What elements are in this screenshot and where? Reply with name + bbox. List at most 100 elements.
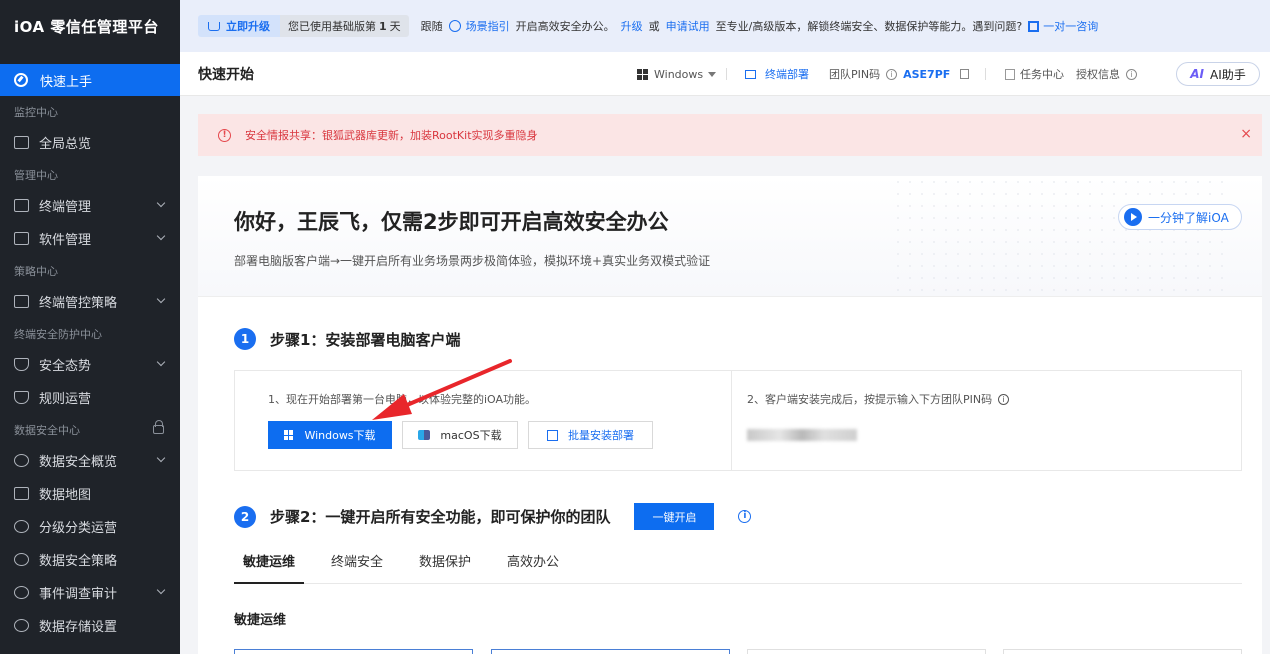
- banner-text-pro: 至专业/高级版本，解锁终端安全、数据保护等能力。遇到问题?: [715, 20, 1023, 33]
- audit-icon: [14, 586, 29, 599]
- scene-guide-label: 场景指引: [465, 20, 510, 33]
- ai-assistant-button[interactable]: AI AI助手: [1176, 62, 1260, 86]
- hierarchy-icon: [14, 520, 29, 533]
- chevron-down-icon: [156, 453, 166, 463]
- step-number: 1: [234, 328, 256, 350]
- sidebar-item-terminal-mgmt[interactable]: 终端管理: [0, 189, 180, 222]
- sidebar-item-label: 终端管控策略: [39, 296, 118, 311]
- map-icon: [14, 487, 29, 500]
- sidebar-item-rule-ops[interactable]: 规则运营: [0, 381, 180, 414]
- sidebar-item-data-overview[interactable]: 数据安全概览: [0, 444, 180, 477]
- step1-title: 步骤1：安装部署电脑客户端: [270, 330, 461, 349]
- sidebar-item-label: 全局总览: [39, 137, 92, 152]
- intro-video-button[interactable]: 一分钟了解iOA: [1118, 204, 1242, 230]
- sidebar-item-label: 数据存储设置: [39, 620, 118, 635]
- sidebar-item-security-posture[interactable]: 安全态势: [0, 348, 180, 381]
- info-icon[interactable]: i: [738, 510, 752, 523]
- divider: [731, 371, 732, 470]
- windows-download-label: Windows下载: [304, 429, 376, 442]
- macos-download-label: macOS下载: [440, 429, 502, 442]
- divider: [985, 68, 986, 80]
- terminal-deploy-link[interactable]: 终端部署: [745, 52, 809, 96]
- info-icon[interactable]: i: [886, 68, 898, 80]
- policy-icon: [14, 295, 29, 308]
- info-icon[interactable]: i: [998, 393, 1010, 405]
- enable-all-button[interactable]: 一键开启: [634, 503, 715, 530]
- trial-day: 1: [379, 19, 387, 33]
- sidebar-item-label: 分级分类运营: [39, 521, 118, 536]
- sidebar-item-classification[interactable]: 分级分类运营: [0, 510, 180, 543]
- trial-status: 您已使用基础版第 1 天: [280, 15, 409, 37]
- blurred-pin: [747, 429, 857, 441]
- data-overview-icon: [14, 454, 29, 467]
- section-endpoint-security: 终端安全防护中心: [14, 328, 102, 341]
- section-policy: 策略中心: [14, 265, 58, 278]
- consult-label: 一对一咨询: [1043, 20, 1099, 33]
- sidebar-item-label: 数据地图: [39, 488, 92, 503]
- upgrade-button[interactable]: 立即升级: [198, 15, 280, 37]
- info-icon: i: [1126, 68, 1137, 80]
- feature-card[interactable]: [234, 649, 473, 654]
- consult-link[interactable]: 一对一咨询: [1028, 18, 1098, 34]
- ai-assistant-label: AI助手: [1210, 67, 1246, 82]
- pin-instruction-text: 2、客户端安装完成后，按提示输入下方团队PIN码: [747, 393, 993, 406]
- sidebar-item-label: 安全态势: [39, 359, 92, 374]
- download-icon: [547, 429, 558, 441]
- feature-card[interactable]: [1003, 649, 1242, 654]
- sidebar-item-label: 终端管理: [39, 200, 92, 215]
- sidebar-item-software-mgmt[interactable]: 软件管理: [0, 222, 180, 255]
- sidebar: iOA 零信任管理平台 快速上手 监控中心 全局总览 管理中心 终端管理 软件管…: [0, 0, 180, 654]
- tab-endpoint-security[interactable]: 终端安全: [322, 546, 392, 584]
- sidebar-item-event-audit[interactable]: 事件调查审计: [0, 576, 180, 609]
- banner-text-or: 或: [648, 20, 660, 33]
- macos-download-button[interactable]: macOS下载: [402, 421, 518, 449]
- windows-icon: [284, 430, 294, 440]
- chevron-down-icon: [156, 357, 166, 367]
- batch-deploy-button[interactable]: 批量安装部署: [528, 421, 653, 449]
- step1-instruction: 1、现在开始部署第一台电脑，以体验完整的iOA功能。: [268, 393, 537, 406]
- chevron-down-icon: [156, 294, 166, 304]
- sidebar-item-data-map[interactable]: 数据地图: [0, 477, 180, 510]
- section-manage: 管理中心: [14, 169, 58, 182]
- intro-video-label: 一分钟了解iOA: [1148, 210, 1229, 225]
- sidebar-item-terminal-policy[interactable]: 终端管控策略: [0, 285, 180, 318]
- os-select[interactable]: Windows: [637, 52, 717, 96]
- monitor-icon: [14, 199, 29, 212]
- windows-download-button[interactable]: Windows下载: [268, 421, 392, 449]
- feature-tabs: 敏捷运维 终端安全 数据保护 高效办公: [234, 546, 1242, 584]
- close-icon[interactable]: ×: [1240, 126, 1252, 142]
- cart-icon: [208, 21, 220, 31]
- shield-check-icon: [14, 391, 29, 404]
- step1-heading: 1 步骤1：安装部署电脑客户端: [234, 328, 460, 350]
- upgrade-link[interactable]: 升级: [621, 18, 643, 34]
- apply-trial-link[interactable]: 申请试用: [666, 18, 710, 34]
- step2-heading: 2 步骤2：一键开启所有安全功能，即可保护你的团队 一键开启 i: [234, 503, 752, 530]
- team-pin-label: 团队PIN码: [829, 68, 881, 81]
- sidebar-item-label: 规则运营: [39, 392, 92, 407]
- compass-icon: [448, 20, 461, 32]
- brand-title: iOA 零信任管理平台: [14, 17, 159, 36]
- upgrade-banner: 立即升级 您已使用基础版第 1 天 跟随 场景指引 开启高效安全办公。 升级 或…: [180, 0, 1270, 52]
- tab-ops[interactable]: 敏捷运维: [234, 546, 305, 584]
- feature-card[interactable]: [491, 649, 730, 654]
- scene-guide-link[interactable]: 场景指引: [448, 18, 510, 34]
- chevron-down-icon: [156, 585, 166, 595]
- feature-card[interactable]: [747, 649, 986, 654]
- sidebar-item-quick-start[interactable]: 快速上手: [0, 64, 180, 96]
- tab-office[interactable]: 高效办公: [498, 546, 568, 584]
- team-pin-value: ASE7PF: [903, 67, 951, 81]
- security-alert: ! 安全情报共享：银狐武器库更新，加装RootKit实现多重隐身 ×: [198, 114, 1262, 156]
- play-icon: [1124, 208, 1142, 226]
- alert-text[interactable]: 安全情报共享：银狐武器库更新，加装RootKit实现多重隐身: [245, 127, 538, 143]
- section-label: 数据安全中心: [14, 424, 80, 437]
- sidebar-item-data-storage[interactable]: 数据存储设置: [0, 609, 180, 642]
- sidebar-item-data-policy[interactable]: 数据安全策略: [0, 543, 180, 576]
- task-center-link[interactable]: 任务中心: [1005, 52, 1064, 96]
- sidebar-item-overview[interactable]: 全局总览: [0, 126, 180, 159]
- page-title: 快速开始: [198, 66, 254, 83]
- qrcode-icon: [1028, 20, 1040, 32]
- compass-icon: [14, 73, 28, 87]
- tab-data-protection[interactable]: 数据保护: [410, 546, 480, 584]
- copy-icon[interactable]: [960, 69, 970, 79]
- license-info-link[interactable]: 授权信息 i: [1076, 52, 1143, 96]
